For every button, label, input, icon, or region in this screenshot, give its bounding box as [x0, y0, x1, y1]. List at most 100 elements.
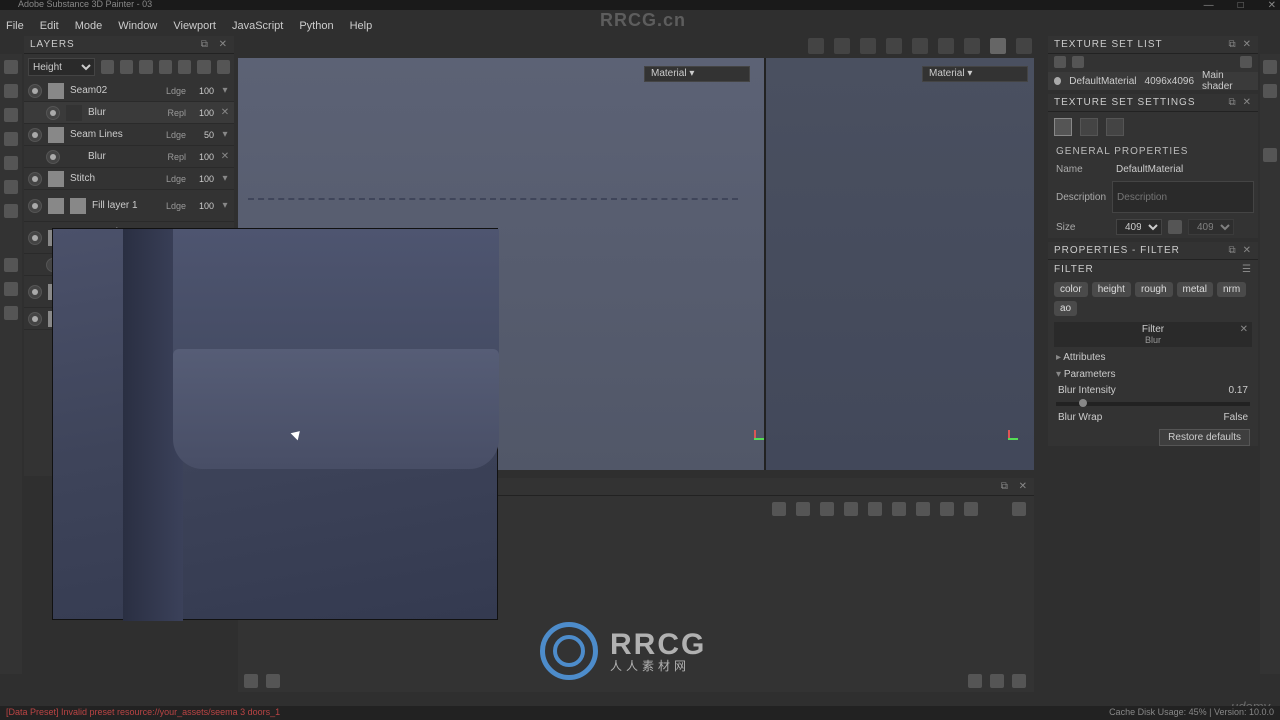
- sphere-tool-icon[interactable]: [4, 282, 18, 296]
- maximize-icon[interactable]: □: [1238, 0, 1244, 11]
- menu-python[interactable]: Python: [299, 20, 333, 32]
- screenshot-icon[interactable]: [1016, 38, 1032, 54]
- filter-menu-icon[interactable]: ☰: [1242, 264, 1252, 275]
- asset-font-icon[interactable]: [964, 502, 978, 516]
- assets-box-icon[interactable]: [990, 674, 1004, 688]
- camera-icon[interactable]: [912, 38, 928, 54]
- chip-metal[interactable]: metal: [1177, 282, 1213, 297]
- layer-row[interactable]: BlurRepl100✕: [24, 102, 234, 124]
- chip-color[interactable]: color: [1054, 282, 1088, 297]
- prop-close-icon[interactable]: ✕: [1243, 245, 1252, 256]
- chip-height[interactable]: height: [1092, 282, 1131, 297]
- layer-row[interactable]: BlurRepl100✕: [24, 146, 234, 168]
- asset-tiles-icon[interactable]: [1012, 502, 1026, 516]
- tss-desc-input[interactable]: [1112, 181, 1254, 213]
- assets-add-icon[interactable]: [1012, 674, 1026, 688]
- visibility-toggle-icon[interactable]: [28, 231, 42, 245]
- layer-blend[interactable]: Ldge: [156, 86, 186, 96]
- log-icon[interactable]: [1263, 84, 1277, 98]
- layer-row[interactable]: StitchLdge100▾: [24, 168, 234, 190]
- layer-blend[interactable]: Ldge: [156, 174, 186, 184]
- chip-rough[interactable]: rough: [1135, 282, 1173, 297]
- prop-undock-icon[interactable]: ⧉: [1228, 245, 1236, 256]
- texture-set-row[interactable]: DefaultMaterial 4096x4096 Main shader: [1048, 72, 1258, 90]
- layer-blend[interactable]: Ldge: [156, 201, 186, 211]
- visibility-toggle-icon[interactable]: [28, 84, 42, 98]
- tss-tab-props-icon[interactable]: [1054, 118, 1072, 136]
- visibility-toggle-icon[interactable]: [28, 172, 42, 186]
- projection-tool-icon[interactable]: [4, 108, 18, 122]
- layer-remove-icon[interactable]: ▾: [220, 129, 230, 140]
- channel-select[interactable]: Height: [28, 58, 95, 76]
- assets-view1-icon[interactable]: [244, 674, 258, 688]
- tsl-eye-icon[interactable]: [1054, 56, 1066, 68]
- close-panel-icon[interactable]: ✕: [219, 39, 228, 50]
- chip-ao[interactable]: ao: [1054, 301, 1077, 316]
- paint-across-icon[interactable]: [990, 38, 1006, 54]
- minimize-icon[interactable]: —: [1204, 0, 1214, 11]
- layer-opacity[interactable]: 100: [192, 174, 214, 184]
- layer-remove-icon[interactable]: ▾: [220, 173, 230, 184]
- menu-edit[interactable]: Edit: [40, 20, 59, 32]
- tsl-eye2-icon[interactable]: [1072, 56, 1084, 68]
- tss-tab-mesh-icon[interactable]: [1080, 118, 1098, 136]
- layer-blend[interactable]: Ldge: [156, 130, 186, 140]
- layer-opacity[interactable]: 100: [192, 152, 214, 162]
- layer-remove-icon[interactable]: ▾: [220, 85, 230, 96]
- assets-view2-icon[interactable]: [266, 674, 280, 688]
- tss-size-select-2[interactable]: 4096: [1188, 219, 1234, 235]
- refresh-icon[interactable]: [178, 60, 191, 74]
- cube-view-icon[interactable]: [886, 38, 902, 54]
- layer-row[interactable]: Seam02Ldge100▾: [24, 80, 234, 102]
- restore-defaults-button[interactable]: Restore defaults: [1159, 429, 1250, 446]
- parameters-section[interactable]: Parameters: [1048, 366, 1258, 383]
- slider-handle[interactable]: [1079, 399, 1087, 407]
- render-mode-icon[interactable]: [860, 38, 876, 54]
- delete-icon[interactable]: [217, 60, 230, 74]
- add-effect-icon[interactable]: [101, 60, 114, 74]
- menu-file[interactable]: File: [6, 20, 24, 32]
- blur-wrap-value[interactable]: False: [1224, 412, 1248, 423]
- layer-remove-icon[interactable]: ✕: [220, 107, 230, 118]
- visibility-toggle-icon[interactable]: [28, 285, 42, 299]
- visibility-toggle-icon[interactable]: [28, 199, 42, 213]
- layer-row[interactable]: Fill layer 1Ldge100▾: [24, 190, 234, 222]
- perspective-icon[interactable]: [938, 38, 954, 54]
- asset-box-icon[interactable]: [844, 502, 858, 516]
- menu-javascript[interactable]: JavaScript: [232, 20, 283, 32]
- asset-brush-icon[interactable]: [892, 502, 906, 516]
- visibility-toggle-icon[interactable]: [46, 150, 60, 164]
- undock-assets-icon[interactable]: ⧉: [1001, 481, 1009, 492]
- add-mask-icon[interactable]: [120, 60, 133, 74]
- visibility-toggle-icon[interactable]: [46, 106, 60, 120]
- visibility-toggle-icon[interactable]: [28, 312, 42, 326]
- bake-icon[interactable]: [808, 38, 824, 54]
- asset-cancel-icon[interactable]: [772, 502, 786, 516]
- menu-viewport[interactable]: Viewport: [173, 20, 216, 32]
- layer-blend[interactable]: Repl: [156, 108, 186, 118]
- pause-icon[interactable]: [834, 38, 850, 54]
- eraser-tool-icon[interactable]: [4, 84, 18, 98]
- tss-tab-uv-icon[interactable]: [1106, 118, 1124, 136]
- blur-intensity-slider[interactable]: [1056, 402, 1250, 406]
- layer-row[interactable]: Seam LinesLdge50▾: [24, 124, 234, 146]
- close-icon[interactable]: ✕: [1268, 0, 1276, 11]
- clone-tool-icon[interactable]: [4, 180, 18, 194]
- asset-pattern-icon[interactable]: [868, 502, 882, 516]
- visibility-toggle-icon[interactable]: [28, 128, 42, 142]
- attributes-section[interactable]: Attributes: [1048, 349, 1258, 366]
- brush-tool-icon[interactable]: [4, 60, 18, 74]
- tss-size-select[interactable]: 4096: [1116, 219, 1162, 235]
- assets-refresh-icon[interactable]: [968, 674, 982, 688]
- history-icon[interactable]: [1263, 60, 1277, 74]
- menu-help[interactable]: Help: [350, 20, 373, 32]
- tsl-undock-icon[interactable]: ⧉: [1228, 39, 1236, 50]
- folder-icon[interactable]: [159, 60, 172, 74]
- menu-mode[interactable]: Mode: [75, 20, 103, 32]
- material-picker-icon[interactable]: [4, 204, 18, 218]
- layer-remove-icon[interactable]: ✕: [220, 151, 230, 162]
- lock-icon[interactable]: [1168, 220, 1182, 234]
- polyfill-tool-icon[interactable]: [4, 132, 18, 146]
- layer-blend[interactable]: Repl: [156, 152, 186, 162]
- layer-opacity[interactable]: 100: [192, 201, 214, 211]
